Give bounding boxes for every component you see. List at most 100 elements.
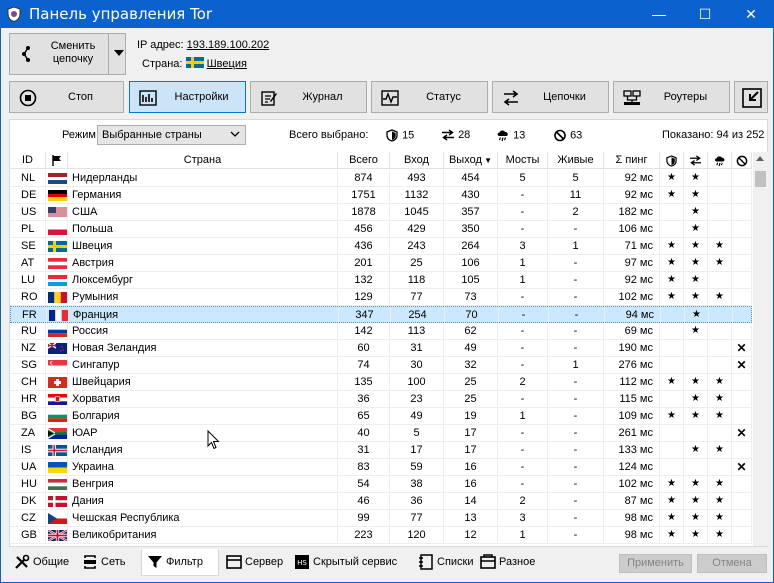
- cell-total: 142: [338, 323, 390, 339]
- cell-flag: [46, 323, 68, 339]
- table-row[interactable]: GB Великобритания 223 120 12 1-98 мс ★ ★ ★: [10, 527, 752, 544]
- table-row[interactable]: SG Сингапур 74 30 32-1 276 мс ✕: [10, 357, 752, 374]
- tab-lists[interactable]: Списки: [413, 549, 474, 576]
- ip-address-link[interactable]: 193.189.100.202: [187, 39, 270, 51]
- misc-icon: [480, 554, 496, 569]
- apply-button[interactable]: Применить: [619, 554, 692, 573]
- mode-select-value: Выбранные страны: [102, 129, 202, 141]
- vertical-scrollbar[interactable]: [753, 152, 768, 546]
- header-country[interactable]: Страна: [68, 152, 338, 169]
- cell-bridge-flag: ★: [708, 408, 732, 424]
- maximize-button[interactable]: ☐: [682, 0, 728, 28]
- stop-button[interactable]: Стоп: [9, 81, 124, 113]
- cell-exit-flag: ★: [684, 527, 708, 543]
- table-row[interactable]: PL Польша 456 429 350- -106 мс ★: [10, 221, 752, 238]
- cell-ping: 182 мс: [604, 204, 660, 220]
- header-total[interactable]: Всего: [338, 152, 390, 169]
- table-row[interactable]: HR Хорватия 36 23 25- -115 мс ★ ★: [10, 391, 752, 408]
- header-alive[interactable]: Живые: [548, 152, 604, 169]
- table-row[interactable]: RO Румыния 129 77 73- -102 мс ★ ★ ★: [10, 289, 752, 306]
- cell-excluded-flag: [732, 527, 752, 543]
- cell-in: 30: [390, 357, 444, 373]
- flag-cz-icon: [48, 513, 67, 524]
- status-button[interactable]: Статус: [371, 81, 488, 113]
- header-flag[interactable]: [46, 152, 68, 169]
- cell-exit-flag: ★: [684, 374, 708, 390]
- routers-button[interactable]: Роутеры: [613, 81, 730, 113]
- cell-bridges: 2: [498, 374, 548, 390]
- tab-misc[interactable]: Разное: [475, 549, 541, 576]
- tab-server[interactable]: Сервер: [221, 549, 287, 576]
- table-row[interactable]: NZ Новая Зеландия 60 31 49- -190 мс ✕: [10, 340, 752, 357]
- header-guard[interactable]: [660, 152, 684, 169]
- cell-bridges: 3: [498, 238, 548, 254]
- flag-bg-icon: [48, 411, 67, 422]
- chains-button[interactable]: Цепочки: [492, 81, 609, 113]
- minimize-button[interactable]: —: [636, 0, 682, 28]
- cell-total: 456: [338, 221, 390, 237]
- country-table[interactable]: ID Страна Всего Вход Выход ▼ Мосты Живые…: [10, 152, 752, 546]
- table-row[interactable]: IS Исландия 31 17 17- -133 мс ★ ★: [10, 442, 752, 459]
- change-chain-button[interactable]: Сменить цепочку: [10, 34, 108, 74]
- flag-de-icon: [48, 190, 67, 201]
- header-out[interactable]: Выход ▼: [444, 152, 498, 169]
- cell-in: 25: [390, 255, 444, 271]
- toggle-size-button[interactable]: [734, 81, 768, 113]
- table-row[interactable]: RU Россия 142 113 62- -69 мс ★: [10, 323, 752, 340]
- table-row[interactable]: BG Болгария 65 49 19 1-109 мс ★ ★ ★: [10, 408, 752, 425]
- dropdown-arrow-icon[interactable]: [114, 50, 124, 56]
- cancel-button[interactable]: Отмена: [697, 554, 767, 573]
- tab-general[interactable]: Общие: [9, 549, 75, 576]
- table-row[interactable]: AT Австрия 201 25 106 1-97 мс ★ ★ ★: [10, 255, 752, 272]
- header-excluded[interactable]: [732, 152, 752, 169]
- header-id[interactable]: ID: [10, 152, 46, 169]
- tab-filter[interactable]: Фильтр: [141, 549, 219, 576]
- exit-count: 28: [441, 129, 470, 141]
- table-row[interactable]: ZA ЮАР 40 5 17- -261 мс ✕: [10, 425, 752, 442]
- ban-icon: [554, 129, 566, 142]
- journal-button[interactable]: Журнал: [250, 81, 367, 113]
- tab-hidden-service[interactable]: HS Скрытый сервис: [289, 549, 409, 576]
- cell-guard-flag: [660, 357, 684, 373]
- table-row[interactable]: CH Швейцария 135 100 25 2-112 мс ★ ★ ★: [10, 374, 752, 391]
- close-window-button[interactable]: ✕: [728, 0, 774, 28]
- table-row[interactable]: DE Германия 1751 1132 430-11 92 мс ★ ★: [10, 187, 752, 204]
- header-bridges[interactable]: Мосты: [498, 152, 548, 169]
- cell-total: 201: [338, 255, 390, 271]
- table-row[interactable]: LU Люксембург 132 118 105 1-92 мс ★ ★: [10, 272, 752, 289]
- cell-out: 12: [444, 527, 498, 543]
- country-link[interactable]: Швеция: [207, 58, 247, 70]
- tab-network[interactable]: Сеть: [77, 549, 139, 576]
- table-row[interactable]: CZ Чешская Республика 99 77 13 3-98 мс ★ ★ ★: [10, 510, 752, 527]
- mode-select[interactable]: Выбранные страны: [97, 125, 246, 145]
- cell-guard-flag: [660, 391, 684, 407]
- scroll-thumb[interactable]: [755, 171, 766, 187]
- bridge-count: 13: [496, 129, 525, 142]
- flag-sg-icon: [48, 360, 67, 371]
- cell-ping: 98 мс: [604, 527, 660, 543]
- header-in[interactable]: Вход: [390, 152, 444, 169]
- cell-out: 49: [444, 340, 498, 356]
- cell-bridge-flag: [709, 307, 733, 323]
- tools-icon: [15, 554, 30, 569]
- header-exit[interactable]: [684, 152, 708, 169]
- table-row[interactable]: DK Дания 46 36 14 2-87 мс ★ ★ ★: [10, 493, 752, 510]
- table-row[interactable]: NL Нидерланды 874 493 454 5 5 92 мс ★ ★: [10, 170, 752, 187]
- settings-button[interactable]: Настройки: [129, 81, 246, 113]
- cell-alive: 11: [548, 187, 604, 203]
- cell-alive: -: [548, 391, 604, 407]
- table-row[interactable]: FR Франция 347 254 70- -94 мс ★: [10, 306, 752, 323]
- scroll-up-arrow-icon[interactable]: [756, 156, 764, 161]
- cell-guard-flag: ★: [660, 476, 684, 492]
- table-row[interactable]: UA Украина 83 59 16- -124 мс ✕: [10, 459, 752, 476]
- cell-excluded-flag: [732, 442, 752, 458]
- cell-alive: -: [548, 340, 604, 356]
- header-ping[interactable]: Σ пинг: [604, 152, 660, 169]
- table-row[interactable]: SE Швеция 436 243 264 3 1 71 мс ★ ★ ★: [10, 238, 752, 255]
- cell-ping: 276 мс: [604, 357, 660, 373]
- cell-exit-flag: ★: [684, 255, 708, 271]
- table-row[interactable]: HU Венгрия 54 38 16- -102 мс ★ ★ ★: [10, 476, 752, 493]
- header-bridge[interactable]: [708, 152, 732, 169]
- cell-flag: [46, 459, 68, 475]
- table-row[interactable]: US США 1878 1045 357-2 182 мс ★: [10, 204, 752, 221]
